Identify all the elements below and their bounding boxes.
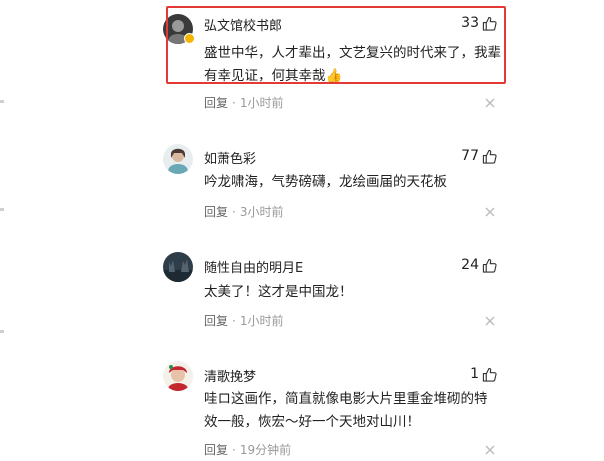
comment-content: 哇ロ这画作，简直就像电影大片里重金堆砌的特效一般，恢宏～好一个天地对山川！ bbox=[204, 391, 488, 430]
user-avatar-icon bbox=[163, 252, 193, 282]
comment-meta: 回复 · 1小时前 bbox=[204, 312, 283, 329]
comment-time: 19分钟前 bbox=[239, 443, 292, 457]
comment-time: 1小时前 bbox=[239, 314, 284, 328]
meta-separator: · bbox=[232, 95, 236, 110]
like-button[interactable]: 77 bbox=[461, 148, 497, 164]
like-count: 24 bbox=[461, 257, 479, 273]
highlight-frame bbox=[166, 6, 506, 84]
username[interactable]: 随性自由的明月E bbox=[204, 257, 303, 276]
meta-separator: · bbox=[232, 442, 236, 457]
close-icon bbox=[485, 316, 495, 326]
scroll-marker bbox=[0, 330, 4, 333]
like-count: 1 bbox=[470, 366, 479, 382]
comment-meta: 回复 · 19分钟前 bbox=[204, 441, 291, 458]
comment-content: 太美了！这才是中国龙！ bbox=[204, 284, 353, 300]
comment-item: 随性自由的明月E 24 太美了！这才是中国龙！ 回复 · 1小时前 bbox=[0, 230, 604, 340]
comment-time: 1小时前 bbox=[239, 96, 284, 110]
reply-button[interactable]: 回复 bbox=[204, 312, 228, 329]
scroll-marker bbox=[0, 208, 4, 211]
reply-button[interactable]: 回复 bbox=[204, 441, 228, 458]
username[interactable]: 如萧色彩 bbox=[204, 148, 256, 167]
close-icon bbox=[485, 207, 495, 217]
username[interactable]: 清歌挽梦 bbox=[204, 366, 256, 385]
reply-button[interactable]: 回复 bbox=[204, 94, 228, 111]
comment-meta: 回复 · 1小时前 bbox=[204, 94, 283, 111]
avatar[interactable] bbox=[163, 252, 193, 282]
thumbs-up-icon bbox=[482, 367, 497, 382]
meta-separator: · bbox=[232, 204, 236, 219]
reply-button[interactable]: 回复 bbox=[204, 203, 228, 220]
thumbs-up-icon bbox=[482, 149, 497, 164]
comment-time: 3小时前 bbox=[239, 205, 284, 219]
close-icon bbox=[485, 445, 495, 455]
scroll-marker bbox=[0, 100, 4, 103]
avatar[interactable] bbox=[163, 144, 193, 174]
meta-separator: · bbox=[232, 313, 236, 328]
comment-content: 吟龙啸海，气势磅礴，龙绘画届的天花板 bbox=[204, 174, 447, 190]
user-avatar-icon bbox=[163, 144, 193, 174]
close-button[interactable] bbox=[484, 97, 496, 109]
like-count: 77 bbox=[461, 148, 479, 164]
close-button[interactable] bbox=[484, 206, 496, 218]
avatar[interactable] bbox=[163, 361, 193, 391]
like-button[interactable]: 24 bbox=[461, 257, 497, 273]
thumbs-up-icon bbox=[482, 258, 497, 273]
comment-item: 清歌挽梦 1 哇ロ这画作，简直就像电影大片里重金堆砌的特效一般，恢宏～好一个天地… bbox=[0, 340, 604, 461]
user-avatar-icon bbox=[163, 361, 193, 391]
close-button[interactable] bbox=[484, 444, 496, 456]
comment-meta: 回复 · 3小时前 bbox=[204, 203, 283, 220]
comment-item: 如萧色彩 77 吟龙啸海，气势磅礴，龙绘画届的天花板 回复 · 3小时前 bbox=[0, 120, 604, 230]
close-button[interactable] bbox=[484, 315, 496, 327]
like-button[interactable]: 1 bbox=[470, 366, 497, 382]
close-icon bbox=[485, 98, 495, 108]
